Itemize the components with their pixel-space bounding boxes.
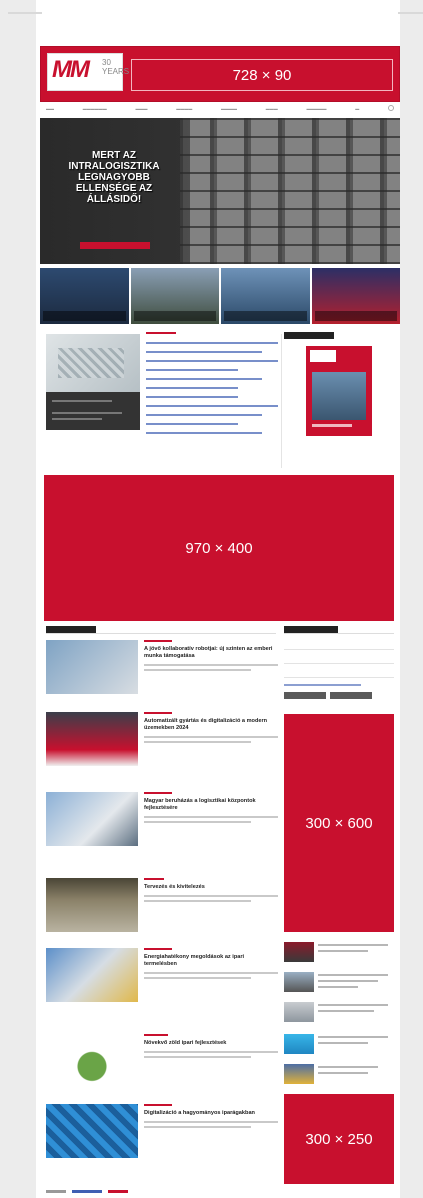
magazine-cover[interactable]	[306, 346, 372, 436]
name-field[interactable]	[284, 654, 394, 664]
article-thumbnail[interactable]	[46, 1034, 138, 1088]
list-item[interactable]	[146, 378, 263, 380]
unsubscribe-button[interactable]	[330, 692, 372, 699]
nav-item[interactable]: ▬▬	[46, 106, 54, 111]
logo-mark: MM	[52, 56, 90, 83]
featured-caption	[46, 392, 140, 430]
list-item[interactable]	[146, 369, 239, 371]
article-title[interactable]: Növekvő zöld ipari fejlesztések	[144, 1040, 278, 1047]
ad-billboard[interactable]: 970 × 400	[44, 475, 394, 621]
article-thumbnail[interactable]	[46, 948, 138, 1002]
list-item[interactable]	[146, 387, 239, 389]
list-item[interactable]: Digitalizáció a hagyományos iparágakban	[46, 1104, 278, 1174]
article-title[interactable]: Digitalizáció a hagyományos iparágakban	[144, 1110, 278, 1117]
sidebar-item[interactable]	[284, 1002, 394, 1026]
section-tab	[46, 626, 96, 633]
ad-half-page[interactable]: 300 × 600	[284, 714, 394, 932]
nav-item[interactable]: ▬▬▬▬▬	[307, 106, 327, 111]
hero-headline: MERT AZ INTRALOGISZTIKA LEGNAGYOBB ELLEN…	[68, 150, 160, 205]
list-item[interactable]: Magyar beruházás a logisztikai központok…	[46, 792, 278, 852]
subscribe-button[interactable]	[284, 692, 326, 699]
list-item[interactable]: Energiahatékony megoldások az ipari term…	[46, 948, 278, 1008]
list-item[interactable]	[146, 396, 239, 398]
list-item[interactable]: Növekvő zöld ipari fejlesztések	[46, 1034, 278, 1094]
list-item[interactable]	[146, 405, 278, 407]
list-item[interactable]	[146, 414, 263, 416]
article-thumbnail[interactable]	[46, 1104, 138, 1158]
site-header: MM 30 YEARS 728 × 90	[40, 46, 400, 102]
list-item[interactable]	[146, 432, 263, 434]
article-title[interactable]: Tervezés és kivitelezés	[144, 884, 278, 891]
list-item[interactable]	[146, 423, 239, 425]
featured-tile[interactable]	[311, 268, 400, 324]
list-item[interactable]: A jövő kollaboratív robotjai: új szinten…	[46, 640, 278, 700]
privacy-link[interactable]	[284, 684, 361, 686]
logo-years: 30 YEARS	[102, 58, 130, 76]
pagination	[46, 1190, 146, 1193]
hero-button[interactable]	[80, 242, 150, 249]
hero-banner[interactable]: MERT AZ INTRALOGISZTIKA LEGNAGYOBB ELLEN…	[40, 118, 400, 264]
list-item[interactable]	[146, 342, 278, 344]
article-thumbnail[interactable]	[46, 640, 138, 694]
featured-tile[interactable]	[130, 268, 219, 324]
nav-item[interactable]: ▬▬▬	[136, 106, 148, 111]
email-field[interactable]	[284, 640, 394, 650]
article-title[interactable]: Automatizált gyártás és digitalizáció a …	[144, 718, 278, 732]
top-strip	[8, 12, 42, 14]
newsletter-box	[284, 640, 394, 710]
list-item[interactable]: Automatizált gyártás és digitalizáció a …	[46, 712, 278, 772]
featured-image[interactable]	[46, 334, 140, 392]
magazine-tab	[284, 332, 334, 339]
featured-tile[interactable]	[40, 268, 129, 324]
featured-tile[interactable]	[221, 268, 310, 324]
search-icon[interactable]	[388, 105, 394, 111]
nav-item[interactable]: ▬	[355, 106, 359, 111]
sidebar-item[interactable]	[284, 1034, 394, 1058]
nav-item[interactable]: ▬▬▬▬	[221, 106, 237, 111]
article-title[interactable]: Energiahatékony megoldások az ipari term…	[144, 954, 278, 968]
sidebar-item[interactable]	[284, 972, 394, 996]
sidebar-tab	[284, 626, 338, 633]
featured-link-list	[146, 332, 278, 441]
article-thumbnail[interactable]	[46, 878, 138, 932]
nav-item[interactable]: ▬▬▬▬▬▬	[83, 106, 107, 111]
sidebar-item[interactable]	[284, 1064, 394, 1088]
article-thumbnail[interactable]	[46, 712, 138, 766]
list-item[interactable]: Tervezés és kivitelezés	[46, 878, 278, 938]
article-thumbnail[interactable]	[46, 792, 138, 846]
sidebar-item[interactable]	[284, 942, 394, 966]
company-field[interactable]	[284, 668, 394, 678]
featured-strip	[40, 268, 400, 324]
top-strip-right	[398, 12, 423, 14]
list-item[interactable]	[146, 360, 278, 362]
ad-rectangle[interactable]: 300 × 250	[284, 1094, 394, 1184]
article-title[interactable]: A jövő kollaboratív robotjai: új szinten…	[144, 646, 278, 660]
site-logo[interactable]: MM 30 YEARS	[47, 53, 130, 91]
nav-item[interactable]: ▬▬▬▬	[176, 106, 192, 111]
list-item[interactable]	[146, 351, 263, 353]
main-nav: ▬▬ ▬▬▬▬▬▬ ▬▬▬ ▬▬▬▬ ▬▬▬▬ ▬▬▬ ▬▬▬▬▬ ▬	[40, 102, 400, 114]
article-title[interactable]: Magyar beruházás a logisztikai központok…	[144, 798, 278, 812]
ad-leaderboard[interactable]: 728 × 90	[131, 59, 393, 91]
nav-item[interactable]: ▬▬▬	[266, 106, 278, 111]
